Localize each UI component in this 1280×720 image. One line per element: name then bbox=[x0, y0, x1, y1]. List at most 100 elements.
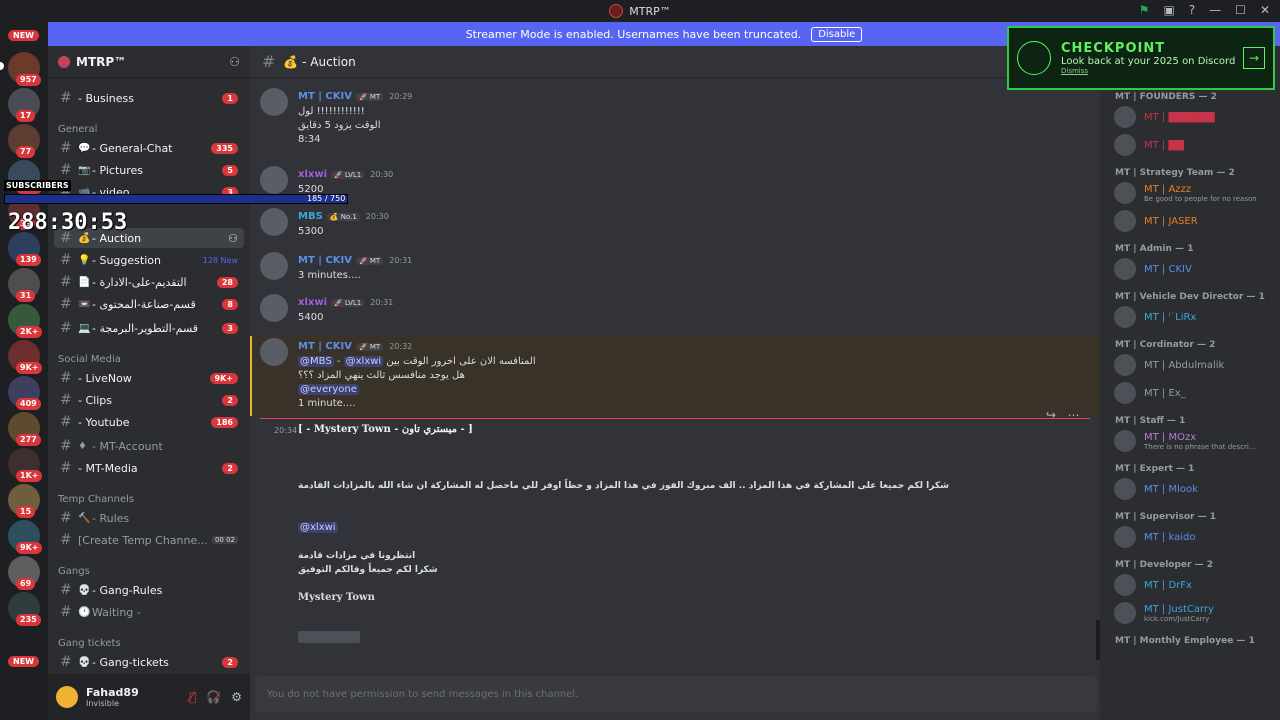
member-item[interactable]: MT | Ex_ bbox=[1114, 382, 1274, 404]
avatar[interactable] bbox=[56, 686, 78, 708]
category-gangs[interactable]: Gangs bbox=[58, 566, 90, 577]
member-status: There is no phrase that descri... bbox=[1144, 442, 1256, 451]
avatar[interactable] bbox=[260, 252, 288, 280]
message-author[interactable]: MT | CKIV bbox=[298, 91, 352, 102]
message-body: MT | CKIV 🚀 MT 20:32 @MBS - @xlxwi المنافسه… bbox=[298, 338, 1088, 411]
deafen-icon[interactable]: 🎧̸ bbox=[206, 690, 221, 704]
gear-icon[interactable]: ⚙ bbox=[231, 690, 242, 704]
member-item[interactable]: MT | JASER bbox=[1114, 210, 1274, 232]
add-member-icon[interactable]: ⚇ bbox=[228, 232, 238, 245]
member-name: MT | JustCarry bbox=[1144, 603, 1214, 615]
member-group-title: MT | Strategy Team — 2 bbox=[1115, 168, 1235, 178]
new-messages-tag: 128 New bbox=[202, 255, 238, 265]
avatar[interactable] bbox=[260, 166, 288, 194]
message-author[interactable]: xlxwi bbox=[298, 169, 327, 180]
maximize-icon[interactable]: ☐ bbox=[1235, 3, 1246, 17]
message-time: 20:31 bbox=[370, 298, 394, 307]
checkpoint-dismiss[interactable]: Dismiss bbox=[1061, 67, 1235, 75]
channel-item[interactable]: # 🕐 Waiting - bbox=[54, 602, 244, 622]
role-tag: 🚀 MT bbox=[355, 93, 384, 101]
channel-item[interactable]: # 📷 - Pictures 5 bbox=[54, 160, 244, 180]
category-social[interactable]: Social Media bbox=[58, 354, 121, 365]
mention[interactable]: @xlxwi bbox=[343, 356, 384, 367]
hash-icon: # bbox=[60, 392, 72, 408]
reply-icon[interactable]: ↪ bbox=[1046, 408, 1056, 422]
channel-item[interactable]: # 💡 - Suggestion 128 New bbox=[54, 250, 244, 270]
channel-item[interactable]: # 💀 - Gang-tickets 2 bbox=[54, 652, 244, 672]
bot-mention-line: @xlxwi bbox=[298, 521, 1088, 535]
avatar[interactable] bbox=[260, 294, 288, 322]
channel-item[interactable]: # [Create Temp Channe... 00 02 bbox=[54, 530, 244, 550]
avatar bbox=[1114, 258, 1136, 280]
member-item[interactable]: MT | Abdulmalik bbox=[1114, 354, 1274, 376]
category-general[interactable]: General bbox=[58, 124, 97, 135]
channel-item[interactable]: # 💬 - General-Chat 335 bbox=[54, 138, 244, 158]
member-item[interactable]: MT | CKIV bbox=[1114, 258, 1274, 280]
close-icon[interactable]: ✕ bbox=[1260, 3, 1270, 17]
mention[interactable]: @MBS bbox=[298, 356, 334, 367]
server-header[interactable]: MTRP™ ⚇ bbox=[48, 46, 250, 78]
flag-icon[interactable]: ⚑ bbox=[1139, 3, 1150, 17]
channel-item[interactable]: # - Clips 2 bbox=[54, 390, 244, 410]
channel-item[interactable]: # 💀 - Gang-Rules bbox=[54, 580, 244, 600]
user-count-badge: 00 02 bbox=[211, 536, 238, 544]
member-text: MT | Azzz Be good to people for no reason bbox=[1144, 184, 1257, 203]
minimize-icon[interactable]: — bbox=[1209, 3, 1221, 17]
member-group-title: MT | Staff — 1 bbox=[1115, 416, 1186, 426]
channel-item[interactable]: # - Youtube 186 bbox=[54, 412, 244, 432]
member-item[interactable]: MT | JustCarry kick.com/JustCarry bbox=[1114, 602, 1274, 624]
member-item[interactable]: MT | ██████ bbox=[1114, 106, 1274, 128]
disable-streamer-button[interactable]: Disable bbox=[811, 26, 863, 42]
hash-icon: # bbox=[60, 140, 72, 156]
channel-item[interactable]: # ♦ - MT-Account bbox=[54, 436, 244, 456]
category-temp[interactable]: Temp Channels bbox=[58, 494, 134, 505]
message-author[interactable]: MT | CKIV bbox=[298, 341, 352, 352]
add-user-icon[interactable]: ⚇ bbox=[229, 55, 240, 69]
member-item[interactable]: MT | DrFx bbox=[1114, 574, 1274, 596]
server-icon bbox=[58, 55, 70, 68]
message-body: MBS 💰 No.1 20:30 5300 bbox=[298, 208, 1088, 239]
member-item[interactable]: MT | kaido bbox=[1114, 526, 1274, 548]
checkpoint-popup[interactable]: CHECKPOINT Look back at your 2025 on Dis… bbox=[1007, 26, 1275, 90]
member-group-title: MT | Monthly Employee — 1 bbox=[1115, 636, 1255, 646]
more-icon[interactable]: ⋯ bbox=[1068, 408, 1080, 422]
member-status: Be good to people for no reason bbox=[1144, 194, 1257, 203]
member-item[interactable]: MT | Azzz Be good to people for no reason bbox=[1114, 182, 1274, 204]
avatar bbox=[1114, 478, 1136, 500]
message-time: 20:31 bbox=[389, 256, 413, 265]
avatar[interactable] bbox=[260, 88, 288, 116]
mention-badge: 186 bbox=[211, 416, 238, 428]
hash-icon: # bbox=[60, 252, 72, 268]
member-item[interactable]: MT | ˡ˙LiRx bbox=[1114, 306, 1274, 328]
image-placeholder[interactable] bbox=[298, 631, 360, 643]
arrow-right-icon[interactable]: → bbox=[1243, 47, 1265, 69]
channel-item[interactable]: # 📼 - قسم-صناعة-المحتوى 8 bbox=[54, 294, 244, 314]
avatar[interactable] bbox=[260, 208, 288, 236]
channel-item[interactable]: # - Business 1 bbox=[54, 88, 244, 108]
help-icon[interactable]: ? bbox=[1189, 3, 1195, 17]
channel-item[interactable]: # 🔨 - Rules bbox=[54, 508, 244, 528]
message-author[interactable]: MT | CKIV bbox=[298, 255, 352, 266]
message-author[interactable]: MBS bbox=[298, 211, 323, 222]
channel-item[interactable]: # - MT-Media 2 bbox=[54, 458, 244, 478]
channel-title: 💰 - Auction bbox=[283, 54, 356, 69]
mute-icon[interactable]: 🎙̸ bbox=[189, 690, 196, 704]
hash-icon: # bbox=[60, 654, 72, 670]
member-item[interactable]: MT | MOzx There is no phrase that descri.… bbox=[1114, 430, 1274, 452]
inbox-icon[interactable]: ▣ bbox=[1163, 3, 1174, 17]
checkpoint-icon bbox=[1017, 41, 1051, 75]
member-item[interactable]: MT | ██ bbox=[1114, 134, 1274, 156]
bot-line: شكرا لكم جميعاً وفالكم التوفيق bbox=[298, 565, 438, 575]
mention-everyone[interactable]: @everyone bbox=[298, 384, 359, 395]
server-rail: NEW 95717771K+39139312K+9K+4092771K+159K… bbox=[0, 22, 48, 720]
category-gang-tickets[interactable]: Gang tickets bbox=[58, 638, 121, 649]
avatar[interactable] bbox=[260, 338, 288, 366]
user-panel: Fahad89 Invisible 🎙̸ 🎧̸ ⚙ bbox=[48, 674, 250, 720]
mention[interactable]: @xlxwi bbox=[298, 522, 338, 533]
channel-item[interactable]: # 📄 - التقديم-على-الادارة 28 bbox=[54, 272, 244, 292]
member-item[interactable]: MT | Mlook bbox=[1114, 478, 1274, 500]
hash-icon: # bbox=[60, 274, 72, 290]
message-author[interactable]: xlxwi bbox=[298, 297, 327, 308]
channel-item[interactable]: # 💻 - قسم-التطوير-البرمجة 3 bbox=[54, 318, 244, 338]
channel-item[interactable]: # - LiveNow 9K+ bbox=[54, 368, 244, 388]
